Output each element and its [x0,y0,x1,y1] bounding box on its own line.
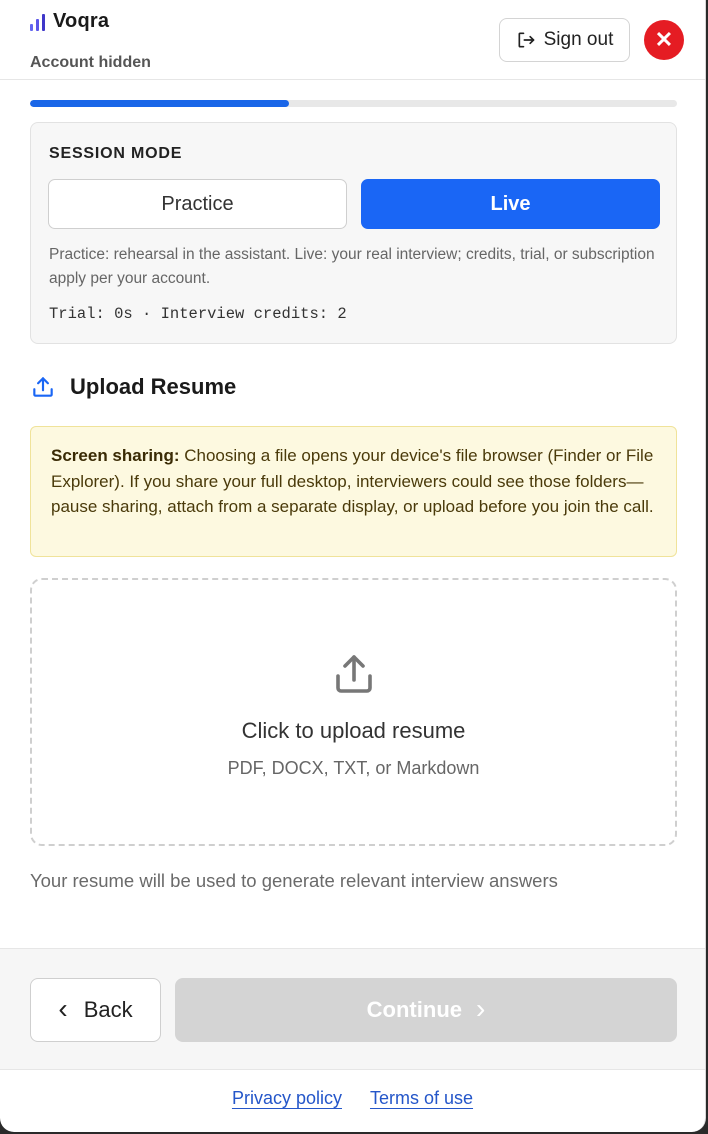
session-mode-description: Practice: rehearsal in the assistant. Li… [49,246,655,287]
dropzone-formats: PDF, DOCX, TXT, or Markdown [227,758,480,778]
progress-fill [30,100,289,107]
progress-bar [30,100,677,107]
header: Voqra Account hidden Sign out ✕ [0,0,705,80]
practice-mode-button[interactable]: Practice [48,179,347,229]
close-icon: ✕ [654,27,674,52]
trial-credits-info: Trial: 0s · Interview credits: 2 [49,305,347,323]
brand-name: Voqra [53,10,110,32]
sign-out-icon [518,32,534,48]
terms-of-use-link[interactable]: Terms of use [370,1088,473,1109]
warning-label: Screen sharing: [51,446,180,465]
upload-icon [336,655,372,693]
continue-label: Continue [366,997,462,1022]
app-window: Voqra Account hidden Sign out ✕ SESSION … [0,0,706,1132]
resume-dropzone[interactable]: Click to upload resume PDF, DOCX, TXT, o… [30,578,677,846]
screen-sharing-warning: Screen sharing: Choosing a file opens yo… [30,426,677,557]
dropzone-title: Click to upload resume [241,718,466,743]
sign-out-label: Sign out [543,29,614,50]
close-button[interactable]: ✕ [644,20,684,60]
live-mode-button[interactable]: Live [361,179,660,229]
chevron-left-icon: ‹ [58,992,68,1024]
privacy-policy-link[interactable]: Privacy policy [232,1088,342,1109]
account-label: Account hidden [30,54,151,71]
back-label: Back [83,997,133,1022]
back-button[interactable]: ‹ Back [30,978,161,1042]
upload-section-header: Upload Resume [30,374,236,400]
resume-helper-text: Your resume will be used to generate rel… [30,870,558,891]
upload-section-title: Upload Resume [70,374,237,399]
bar-chart-icon [30,13,45,31]
session-mode-title: SESSION MODE [49,145,183,162]
upload-icon [33,377,53,397]
session-mode-card: SESSION MODE Practice Live Practice: reh… [30,122,677,344]
continue-button[interactable]: Continue › [175,978,677,1042]
footer-links: Privacy policy Terms of use [0,1088,705,1109]
brand: Voqra [30,10,109,33]
chevron-right-icon: › [476,992,486,1024]
sign-out-button[interactable]: Sign out [499,18,630,62]
